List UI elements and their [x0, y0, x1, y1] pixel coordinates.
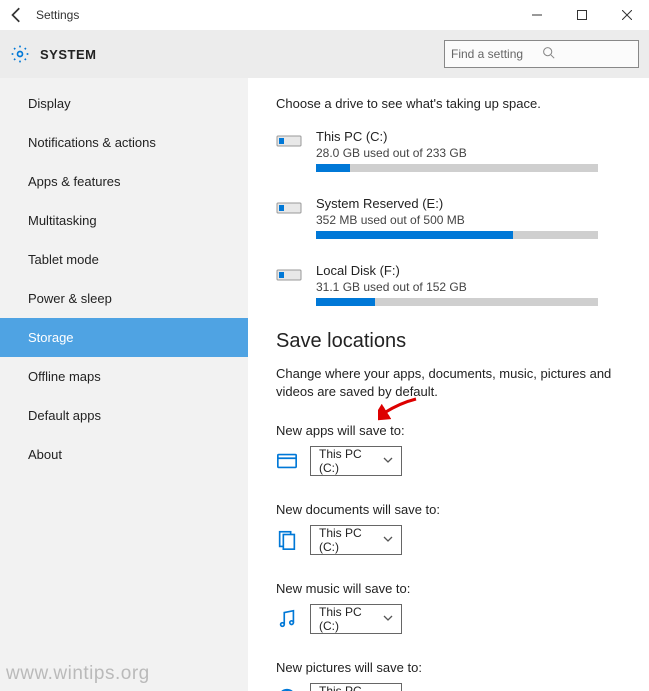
save-location-dropdown[interactable]: This PC (C:)	[310, 683, 402, 691]
drive-name: This PC (C:)	[316, 129, 621, 144]
sidebar-item-storage[interactable]: Storage	[0, 318, 248, 357]
back-icon[interactable]	[8, 6, 26, 24]
sidebar-item-offline-maps[interactable]: Offline maps	[0, 357, 248, 396]
drive-usage-text: 31.1 GB used out of 152 GB	[316, 280, 621, 294]
save-location-dropdown[interactable]: This PC (C:)	[310, 604, 402, 634]
header: SYSTEM Find a setting	[0, 30, 649, 78]
drive-usage-bar	[316, 164, 598, 172]
search-input[interactable]: Find a setting	[444, 40, 639, 68]
save-location-dropdown[interactable]: This PC (C:)	[310, 525, 402, 555]
search-placeholder: Find a setting	[451, 47, 542, 61]
drive-name: System Reserved (E:)	[316, 196, 621, 211]
maximize-button[interactable]	[559, 0, 604, 30]
save-location-label: New pictures will save to:	[276, 660, 621, 675]
drive-name: Local Disk (F:)	[316, 263, 621, 278]
search-icon	[542, 46, 633, 62]
drive-row[interactable]: This PC (C:) 28.0 GB used out of 233 GB	[276, 129, 621, 172]
sidebar-item-power-sleep[interactable]: Power & sleep	[0, 279, 248, 318]
sidebar-item-multitasking[interactable]: Multitasking	[0, 201, 248, 240]
music-icon	[276, 608, 298, 630]
drive-usage-bar	[316, 231, 598, 239]
drive-usage-text: 28.0 GB used out of 233 GB	[316, 146, 621, 160]
save-location-dropdown[interactable]: This PC (C:)	[310, 446, 402, 476]
documents-icon	[276, 529, 298, 551]
drive-usage-text: 352 MB used out of 500 MB	[316, 213, 621, 227]
titlebar: Settings	[0, 0, 649, 30]
drive-icon	[276, 129, 302, 151]
sidebar-item-tablet-mode[interactable]: Tablet mode	[0, 240, 248, 279]
save-location-item: New music will save to: This PC (C:)	[276, 581, 621, 634]
sidebar-item-notifications-actions[interactable]: Notifications & actions	[0, 123, 248, 162]
watermark: www.wintips.org	[6, 663, 150, 685]
pictures-icon	[276, 687, 298, 691]
sidebar-item-display[interactable]: Display	[0, 84, 248, 123]
storage-lead-text: Choose a drive to see what's taking up s…	[276, 96, 621, 111]
save-location-label: New music will save to:	[276, 581, 621, 596]
apps-icon	[276, 450, 298, 472]
chevron-down-icon	[383, 454, 393, 468]
dropdown-value: This PC (C:)	[319, 526, 383, 554]
save-location-label: New apps will save to:	[276, 423, 621, 438]
drive-row[interactable]: Local Disk (F:) 31.1 GB used out of 152 G…	[276, 263, 621, 306]
drive-usage-bar	[316, 298, 598, 306]
drive-row[interactable]: System Reserved (E:) 352 MB used out of 5…	[276, 196, 621, 239]
drive-icon	[276, 263, 302, 285]
save-location-item: New documents will save to: This PC (C:)	[276, 502, 621, 555]
window-title: Settings	[36, 8, 79, 22]
save-location-item: New apps will save to: This PC (C:)	[276, 423, 621, 476]
content: Choose a drive to see what's taking up s…	[248, 78, 649, 691]
sidebar: DisplayNotifications & actionsApps & fea…	[0, 78, 248, 691]
minimize-button[interactable]	[514, 0, 559, 30]
dropdown-value: This PC (C:)	[319, 447, 383, 475]
gear-icon	[10, 44, 30, 64]
chevron-down-icon	[383, 533, 393, 547]
sidebar-item-apps-features[interactable]: Apps & features	[0, 162, 248, 201]
close-button[interactable]	[604, 0, 649, 30]
page-title: SYSTEM	[40, 47, 96, 62]
chevron-down-icon	[383, 612, 393, 626]
sidebar-item-about[interactable]: About	[0, 435, 248, 474]
dropdown-value: This PC (C:)	[319, 605, 383, 633]
save-location-label: New documents will save to:	[276, 502, 621, 517]
sidebar-item-default-apps[interactable]: Default apps	[0, 396, 248, 435]
save-locations-title: Save locations	[276, 330, 621, 353]
save-location-item: New pictures will save to: This PC (C:)	[276, 660, 621, 691]
drive-icon	[276, 196, 302, 218]
save-locations-desc: Change where your apps, documents, music…	[276, 365, 621, 401]
dropdown-value: This PC (C:)	[319, 684, 383, 691]
